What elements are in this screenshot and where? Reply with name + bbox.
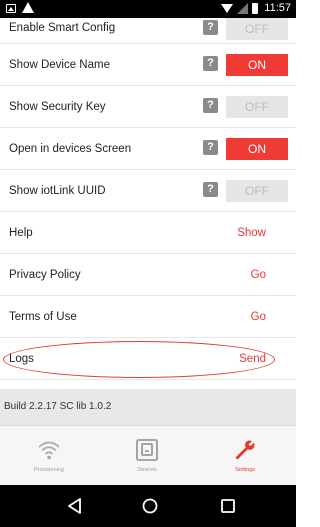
setting-row-terms-of-use[interactable]: Terms of Use Go [0, 296, 296, 338]
logs-send-link[interactable]: Send [239, 353, 266, 365]
help-icon[interactable]: ? [203, 140, 218, 155]
status-left-icons [6, 2, 34, 14]
back-icon[interactable] [65, 496, 85, 516]
battery-icon [252, 2, 259, 14]
setting-label: Enable Smart Config [9, 22, 116, 34]
setting-label: Show iotLink UUID [9, 185, 106, 197]
setting-row-show-security-key: Show Security Key ? OFF [0, 86, 296, 128]
system-nav-bar [0, 485, 296, 527]
status-right-icons: 11:57 [221, 2, 291, 14]
toggle-show-security-key[interactable]: OFF [226, 96, 288, 118]
tab-devices[interactable]: Devices [98, 426, 196, 486]
help-icon[interactable]: ? [203, 56, 218, 71]
wifi-icon [38, 441, 60, 460]
tab-provisioning[interactable]: Provisioning [0, 426, 98, 486]
setting-label: Privacy Policy [9, 269, 81, 281]
toggle-show-iotlink-uuid[interactable]: OFF [226, 180, 288, 202]
toggle-open-in-devices-screen[interactable]: ON [226, 138, 288, 160]
toggle-enable-smart-config[interactable]: OFF [226, 18, 288, 40]
setting-label: Show Device Name [9, 59, 110, 71]
setting-row-open-in-devices-screen: Open in devices Screen ? ON [0, 128, 296, 170]
signal-icon [237, 2, 249, 14]
setting-label: Show Security Key [9, 101, 106, 113]
device-icon [136, 439, 158, 461]
help-icon[interactable]: ? [203, 98, 218, 113]
tab-settings[interactable]: Settings [196, 426, 294, 486]
settings-list: Enable Smart Config ? OFF Show Device Na… [0, 18, 296, 380]
wifi-icon [221, 3, 234, 13]
status-bar: 11:57 [0, 0, 296, 18]
bottom-tab-bar: Provisioning Devices Settings [0, 425, 296, 485]
warning-icon [22, 2, 34, 13]
home-icon[interactable] [140, 496, 160, 516]
build-version: Build 2.2.17 SC lib 1.0.2 [4, 401, 112, 412]
toggle-show-device-name[interactable]: ON [226, 54, 288, 76]
terms-of-use-go-link[interactable]: Go [251, 311, 266, 323]
highlight-ellipse [3, 341, 275, 378]
setting-row-logs[interactable]: Logs Send [0, 338, 296, 380]
help-icon[interactable]: ? [203, 20, 218, 35]
tab-label: Settings [235, 467, 255, 473]
setting-label: Help [9, 227, 33, 239]
image-icon [6, 4, 16, 13]
help-show-link[interactable]: Show [237, 227, 266, 239]
status-time: 11:57 [264, 2, 291, 14]
setting-row-help[interactable]: Help Show [0, 212, 296, 254]
setting-label: Terms of Use [9, 311, 77, 323]
build-info-bar: Build 2.2.17 SC lib 1.0.2 [0, 389, 296, 425]
help-icon[interactable]: ? [203, 182, 218, 197]
tab-label: Devices [137, 467, 157, 473]
setting-label: Logs [9, 353, 34, 365]
setting-row-enable-smart-config: Enable Smart Config ? OFF [0, 18, 296, 44]
setting-row-show-iotlink-uuid: Show iotLink UUID ? OFF [0, 170, 296, 212]
setting-row-privacy-policy[interactable]: Privacy Policy Go [0, 254, 296, 296]
tab-label: Provisioning [34, 467, 64, 473]
setting-row-show-device-name: Show Device Name ? ON [0, 44, 296, 86]
wrench-icon [235, 440, 255, 460]
recents-icon[interactable] [218, 496, 238, 516]
setting-label: Open in devices Screen [9, 143, 132, 155]
privacy-policy-go-link[interactable]: Go [251, 269, 266, 281]
